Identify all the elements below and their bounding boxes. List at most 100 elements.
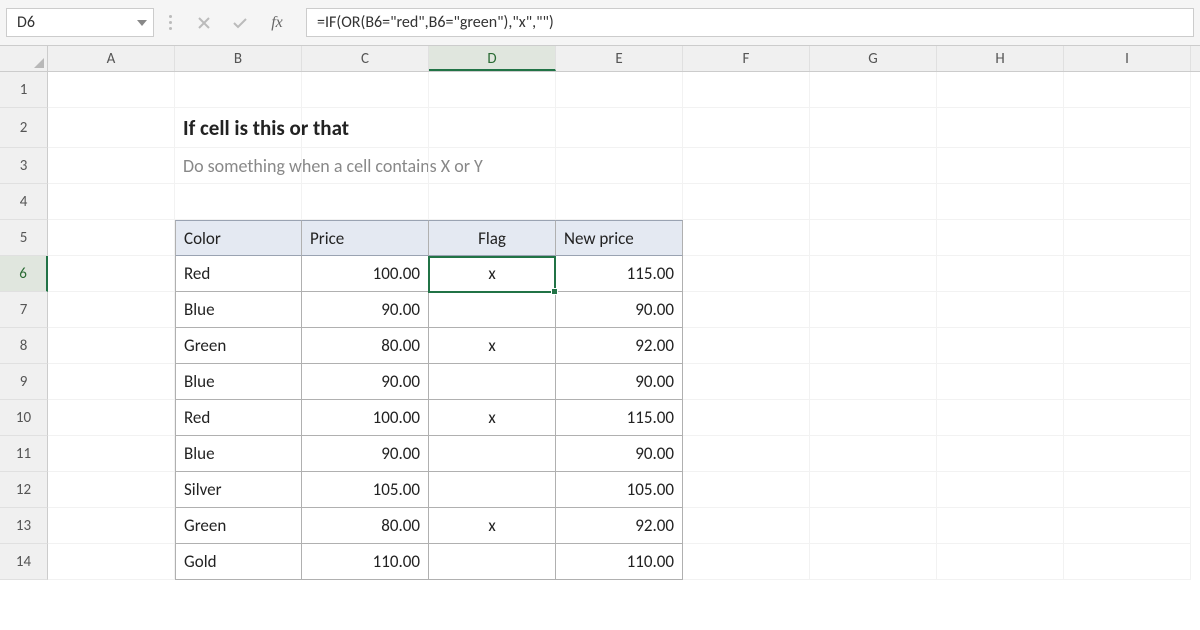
cell-D4[interactable] [429, 184, 556, 220]
cell-E4[interactable] [556, 184, 683, 220]
cell-I2[interactable] [1064, 108, 1191, 148]
cell-F7[interactable] [683, 292, 810, 328]
cell-C2[interactable] [302, 108, 429, 148]
row-header-12[interactable]: 12 [0, 472, 48, 508]
cell-I5[interactable] [1064, 220, 1191, 256]
cell-I8[interactable] [1064, 328, 1191, 364]
cell-H9[interactable] [937, 364, 1064, 400]
cell-I13[interactable] [1064, 508, 1191, 544]
cell-G11[interactable] [810, 436, 937, 472]
col-header-F[interactable]: F [683, 46, 810, 71]
cell-H8[interactable] [937, 328, 1064, 364]
cell-F14[interactable] [683, 544, 810, 580]
cell-I1[interactable] [1064, 72, 1191, 108]
col-header-A[interactable]: A [48, 46, 175, 71]
row-header-9[interactable]: 9 [0, 364, 48, 400]
cell-G10[interactable] [810, 400, 937, 436]
cell-C3[interactable] [302, 148, 429, 184]
enter-formula-button[interactable] [224, 9, 256, 37]
cell-D2[interactable] [429, 108, 556, 148]
cell-A7[interactable] [48, 292, 175, 328]
cell-C12[interactable]: 105.00 [302, 472, 429, 508]
cell-A1[interactable] [48, 72, 175, 108]
cell-G2[interactable] [810, 108, 937, 148]
cell-D3[interactable] [429, 148, 556, 184]
cell-F12[interactable] [683, 472, 810, 508]
row-header-3[interactable]: 3 [0, 148, 48, 184]
cell-H11[interactable] [937, 436, 1064, 472]
row-header-1[interactable]: 1 [0, 72, 48, 108]
cell-H3[interactable] [937, 148, 1064, 184]
cell-E6[interactable]: 115.00 [556, 256, 683, 292]
row-header-4[interactable]: 4 [0, 184, 48, 220]
cell-H5[interactable] [937, 220, 1064, 256]
cell-D7[interactable] [429, 292, 556, 328]
col-header-C[interactable]: C [302, 46, 429, 71]
cell-C10[interactable]: 100.00 [302, 400, 429, 436]
cell-G12[interactable] [810, 472, 937, 508]
cell-A3[interactable] [48, 148, 175, 184]
cell-E3[interactable] [556, 148, 683, 184]
cell-I12[interactable] [1064, 472, 1191, 508]
cell-C9[interactable]: 90.00 [302, 364, 429, 400]
cell-I10[interactable] [1064, 400, 1191, 436]
cell-D11[interactable] [429, 436, 556, 472]
cell-B2[interactable]: If cell is this or that [175, 108, 302, 148]
col-header-H[interactable]: H [937, 46, 1064, 71]
cell-A4[interactable] [48, 184, 175, 220]
cell-C7[interactable]: 90.00 [302, 292, 429, 328]
row-header-13[interactable]: 13 [0, 508, 48, 544]
cell-A13[interactable] [48, 508, 175, 544]
row-header-11[interactable]: 11 [0, 436, 48, 472]
col-header-E[interactable]: E [556, 46, 683, 71]
cell-D1[interactable] [429, 72, 556, 108]
cell-C14[interactable]: 110.00 [302, 544, 429, 580]
cell-C5[interactable]: Price [302, 220, 429, 256]
cell-G13[interactable] [810, 508, 937, 544]
cell-I7[interactable] [1064, 292, 1191, 328]
cell-I4[interactable] [1064, 184, 1191, 220]
cell-H10[interactable] [937, 400, 1064, 436]
cell-I3[interactable] [1064, 148, 1191, 184]
cell-E9[interactable]: 90.00 [556, 364, 683, 400]
cell-F9[interactable] [683, 364, 810, 400]
cell-A14[interactable] [48, 544, 175, 580]
cell-I9[interactable] [1064, 364, 1191, 400]
cell-B8[interactable]: Green [175, 328, 302, 364]
fx-button[interactable]: fx [260, 14, 294, 32]
col-header-D[interactable]: D [429, 46, 556, 71]
cancel-formula-button[interactable] [188, 9, 220, 37]
cell-F1[interactable] [683, 72, 810, 108]
cell-I11[interactable] [1064, 436, 1191, 472]
row-header-6[interactable]: 6 [0, 256, 48, 292]
cell-E1[interactable] [556, 72, 683, 108]
row-header-10[interactable]: 10 [0, 400, 48, 436]
cell-D10[interactable]: x [429, 400, 556, 436]
col-header-G[interactable]: G [810, 46, 937, 71]
cell-E5[interactable]: New price [556, 220, 683, 256]
row-header-7[interactable]: 7 [0, 292, 48, 328]
cell-B1[interactable] [175, 72, 302, 108]
cell-D6[interactable]: x [429, 256, 556, 292]
cell-E13[interactable]: 92.00 [556, 508, 683, 544]
cell-B14[interactable]: Gold [175, 544, 302, 580]
cell-G9[interactable] [810, 364, 937, 400]
cell-H14[interactable] [937, 544, 1064, 580]
cell-F3[interactable] [683, 148, 810, 184]
cell-E8[interactable]: 92.00 [556, 328, 683, 364]
name-box[interactable]: D6 [6, 8, 154, 37]
cell-G5[interactable] [810, 220, 937, 256]
select-all-corner[interactable] [0, 46, 48, 71]
cell-C1[interactable] [302, 72, 429, 108]
cell-B3[interactable]: Do something when a cell contains X or Y [175, 148, 302, 184]
cell-B13[interactable]: Green [175, 508, 302, 544]
cell-G8[interactable] [810, 328, 937, 364]
cell-E12[interactable]: 105.00 [556, 472, 683, 508]
cell-H4[interactable] [937, 184, 1064, 220]
col-header-I[interactable]: I [1064, 46, 1191, 71]
cell-D9[interactable] [429, 364, 556, 400]
cell-G7[interactable] [810, 292, 937, 328]
cell-A8[interactable] [48, 328, 175, 364]
row-header-8[interactable]: 8 [0, 328, 48, 364]
cell-G14[interactable] [810, 544, 937, 580]
